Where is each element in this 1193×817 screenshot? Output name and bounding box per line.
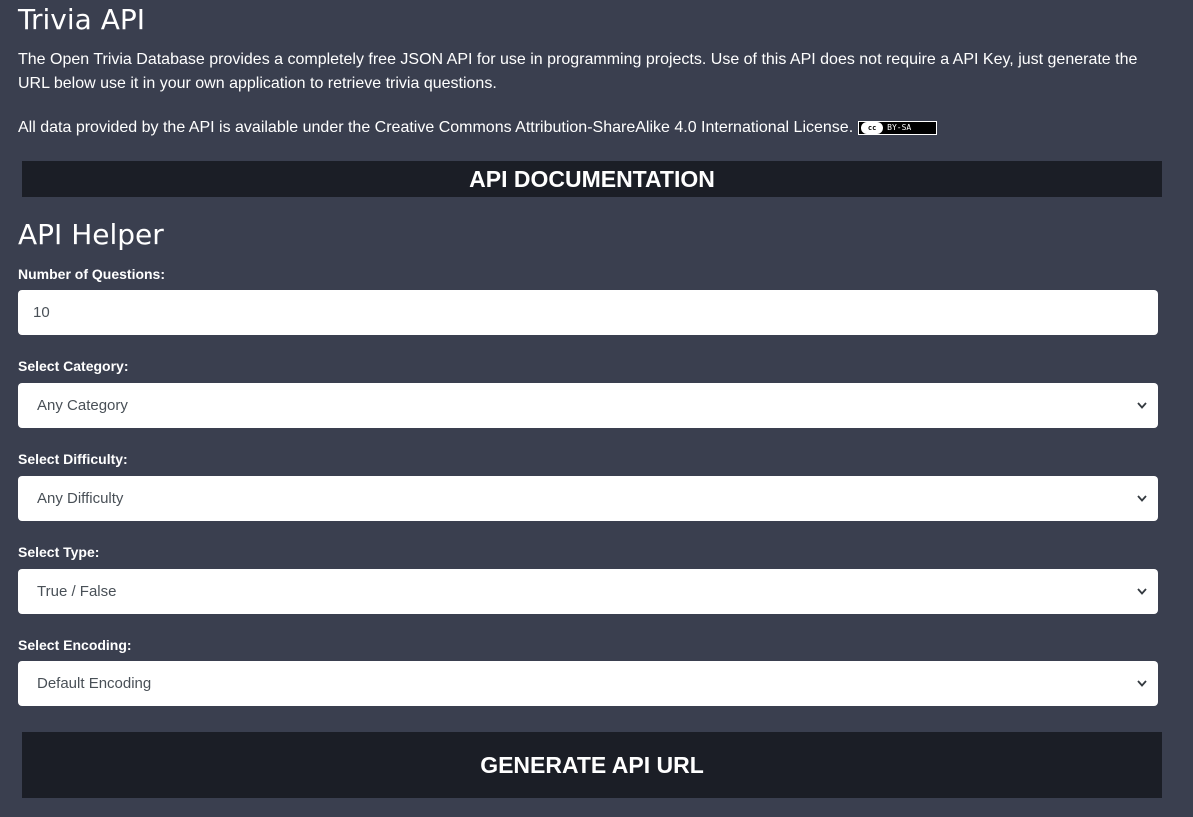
cc-badge-label: BY-SA [887,123,912,132]
amount-input[interactable]: 10 [18,290,1158,335]
type-label: Select Type: [18,544,100,560]
category-value: Any Category [37,397,128,414]
amount-value: 10 [33,304,50,321]
license-text: All data provided by the API is availabl… [18,119,854,136]
license-paragraph: All data provided by the API is availabl… [18,116,1168,140]
chevron-down-icon [1136,586,1148,598]
encoding-label: Select Encoding: [18,637,132,653]
encoding-value: Default Encoding [37,675,152,692]
amount-label: Number of Questions: [18,266,166,282]
category-select[interactable]: Any Category [18,383,1158,428]
page-title: Trivia API [18,3,145,36]
api-helper-title: API Helper [18,218,164,251]
chevron-down-icon [1136,678,1148,690]
difficulty-value: Any Difficulty [37,490,124,507]
encoding-select[interactable]: Default Encoding [18,661,1158,706]
cc-by-sa-icon[interactable]: cc BY-SA [858,121,938,135]
chevron-down-icon [1136,400,1148,412]
difficulty-label: Select Difficulty: [18,451,128,467]
category-label: Select Category: [18,358,129,374]
page: Trivia API The Open Trivia Database prov… [0,0,1193,817]
intro-paragraph: The Open Trivia Database provides a comp… [18,51,1138,92]
api-documentation-button[interactable]: API DOCUMENTATION [22,161,1162,197]
type-value: True / False [37,583,117,600]
difficulty-select[interactable]: Any Difficulty [18,476,1158,521]
type-select[interactable]: True / False [18,569,1158,614]
generate-api-url-button[interactable]: GENERATE API URL [22,732,1162,798]
chevron-down-icon [1136,493,1148,505]
cc-logo: cc [861,122,884,134]
